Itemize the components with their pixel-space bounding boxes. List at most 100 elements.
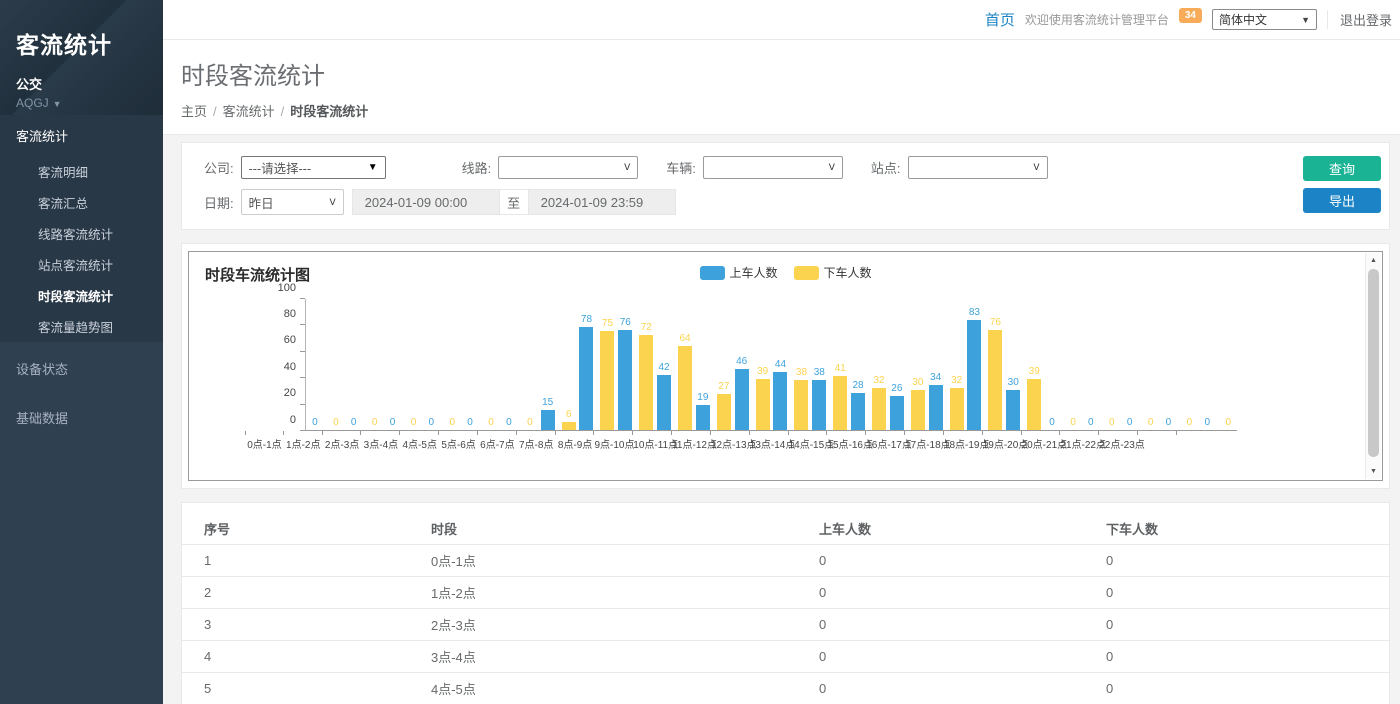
bar-rect bbox=[600, 331, 614, 430]
notification-badge[interactable]: 34 bbox=[1179, 8, 1202, 23]
bar: 0 bbox=[406, 418, 420, 430]
bar-rect bbox=[833, 376, 847, 430]
sidebar-subitem-0[interactable]: 客流明细 bbox=[0, 156, 163, 187]
bar-value-label: 83 bbox=[969, 308, 980, 318]
sidebar-subitem-5[interactable]: 客流量趋势图 bbox=[0, 311, 163, 342]
x-axis-tick bbox=[711, 431, 750, 435]
bar-value-label: 75 bbox=[602, 319, 613, 329]
bar-group: 7672 bbox=[616, 318, 655, 430]
welcome-text: 欢迎使用客流统计管理平台 bbox=[1025, 11, 1169, 28]
x-axis-tick-label: 0点-1点 bbox=[245, 436, 284, 451]
table-cell: 0 bbox=[1084, 641, 1389, 673]
sidebar-item-base-data[interactable]: 基础数据 bbox=[0, 397, 163, 438]
chart-bars: 0000000000001567875767242641927463944383… bbox=[306, 299, 1237, 430]
legend-entry-boarding[interactable]: 上车人数 bbox=[699, 264, 777, 281]
language-select[interactable]: 简体中文 ▼ bbox=[1212, 9, 1317, 30]
sidebar-subitem-2[interactable]: 线路客流统计 bbox=[0, 218, 163, 249]
bar-value-label: 0 bbox=[450, 418, 456, 428]
legend-entry-alighting[interactable]: 下车人数 bbox=[794, 264, 872, 281]
bar-rect bbox=[988, 330, 1002, 430]
bar-value-label: 26 bbox=[891, 384, 902, 394]
export-button[interactable]: 导出 bbox=[1303, 188, 1381, 213]
legend-label: 下车人数 bbox=[824, 264, 872, 281]
chart-vertical-scrollbar[interactable]: ▲ ▼ bbox=[1365, 253, 1381, 479]
sidebar-subitem-1[interactable]: 客流汇总 bbox=[0, 187, 163, 218]
breadcrumb-home[interactable]: 主页 bbox=[181, 104, 207, 119]
bar-value-label: 0 bbox=[467, 418, 473, 428]
bar-value-label: 0 bbox=[488, 418, 494, 428]
bar: 0 bbox=[368, 418, 382, 430]
line-label: 线路: bbox=[462, 158, 492, 177]
bar-rect bbox=[678, 346, 692, 430]
scrollbar-thumb[interactable] bbox=[1368, 269, 1379, 457]
x-axis-tick-label: 19点-20点 bbox=[983, 436, 1022, 451]
bar-value-label: 38 bbox=[814, 368, 825, 378]
bar-value-label: 0 bbox=[312, 418, 318, 428]
bar: 83 bbox=[967, 308, 981, 430]
bar: 44 bbox=[773, 360, 787, 430]
bar-value-label: 32 bbox=[951, 376, 962, 386]
x-axis-tick bbox=[1022, 431, 1061, 435]
bar-rect bbox=[1027, 379, 1041, 430]
bar-value-label: 15 bbox=[542, 398, 553, 408]
bar: 0 bbox=[1144, 418, 1158, 430]
vehicle-select[interactable]: ᐯ bbox=[703, 156, 843, 179]
date-end-input[interactable]: 2024-01-09 23:59 bbox=[528, 189, 676, 215]
bar-value-label: 64 bbox=[680, 334, 691, 344]
x-axis-tick bbox=[905, 431, 944, 435]
user-dropdown[interactable]: AQGJ▼ bbox=[16, 96, 147, 110]
x-axis-tick bbox=[439, 431, 478, 435]
company-select[interactable]: ---请选择--- ▼ bbox=[241, 156, 386, 179]
bar-group: 00 bbox=[1160, 418, 1199, 430]
col-header-period: 时段 bbox=[409, 513, 797, 545]
date-preset-select[interactable]: 昨日 ᐯ bbox=[241, 189, 344, 215]
sidebar-item-passenger-stats[interactable]: 客流统计 bbox=[0, 115, 163, 156]
line-select[interactable]: ᐯ bbox=[498, 156, 638, 179]
scrollbar-up-arrow-icon[interactable]: ▲ bbox=[1366, 257, 1381, 264]
station-select[interactable]: ᐯ bbox=[908, 156, 1048, 179]
breadcrumb-section[interactable]: 客流统计 bbox=[223, 104, 275, 119]
chevron-down-icon: ▼ bbox=[368, 162, 378, 173]
bar-value-label: 76 bbox=[620, 318, 631, 328]
logout-link[interactable]: 退出登录 bbox=[1327, 10, 1392, 29]
bar: 0 bbox=[1066, 418, 1080, 430]
bar: 6 bbox=[562, 410, 576, 430]
bar-value-label: 0 bbox=[333, 418, 339, 428]
station-label: 站点: bbox=[871, 158, 901, 177]
scrollbar-down-arrow-icon[interactable]: ▼ bbox=[1366, 468, 1381, 475]
bar: 42 bbox=[657, 363, 671, 430]
x-axis-tick bbox=[323, 431, 362, 435]
table-body: 10点-1点0021点-2点0032点-3点0043点-4点0054点-5点00… bbox=[182, 545, 1389, 704]
home-link[interactable]: 首页 bbox=[985, 9, 1015, 30]
bar: 0 bbox=[1161, 418, 1175, 430]
x-axis-tick-label: 13点-14点 bbox=[750, 436, 789, 451]
bar-value-label: 0 bbox=[1049, 418, 1055, 428]
breadcrumb-current: 时段客流统计 bbox=[290, 104, 368, 119]
bar: 64 bbox=[678, 334, 692, 430]
query-button[interactable]: 查询 bbox=[1303, 156, 1381, 181]
sidebar-subitem-4[interactable]: 时段客流统计 bbox=[0, 280, 163, 311]
company-value: ---请选择--- bbox=[249, 158, 311, 177]
bar-value-label: 30 bbox=[912, 378, 923, 388]
bar: 27 bbox=[717, 382, 731, 430]
bar-value-label: 0 bbox=[1187, 418, 1193, 428]
bar-value-label: 44 bbox=[775, 360, 786, 370]
x-axis-tick bbox=[400, 431, 439, 435]
bar: 41 bbox=[833, 364, 847, 430]
sidebar-subitem-3[interactable]: 站点客流统计 bbox=[0, 249, 163, 280]
sidebar-item-device-status[interactable]: 设备状态 bbox=[0, 348, 163, 389]
bar-value-label: 76 bbox=[990, 318, 1001, 328]
bar-rect bbox=[929, 385, 943, 430]
x-axis-tick bbox=[789, 431, 828, 435]
y-axis-tick-label: 40 bbox=[284, 361, 296, 373]
bar-value-label: 28 bbox=[852, 381, 863, 391]
bar-group: 00 bbox=[345, 418, 384, 430]
bar: 0 bbox=[329, 418, 343, 430]
bar-value-label: 0 bbox=[1070, 418, 1076, 428]
bar-value-label: 0 bbox=[411, 418, 417, 428]
bar: 30 bbox=[911, 378, 925, 430]
bar-value-label: 39 bbox=[757, 367, 768, 377]
bar: 0 bbox=[1200, 418, 1214, 430]
bar-rect bbox=[967, 320, 981, 430]
date-start-input[interactable]: 2024-01-09 00:00 bbox=[352, 189, 500, 215]
